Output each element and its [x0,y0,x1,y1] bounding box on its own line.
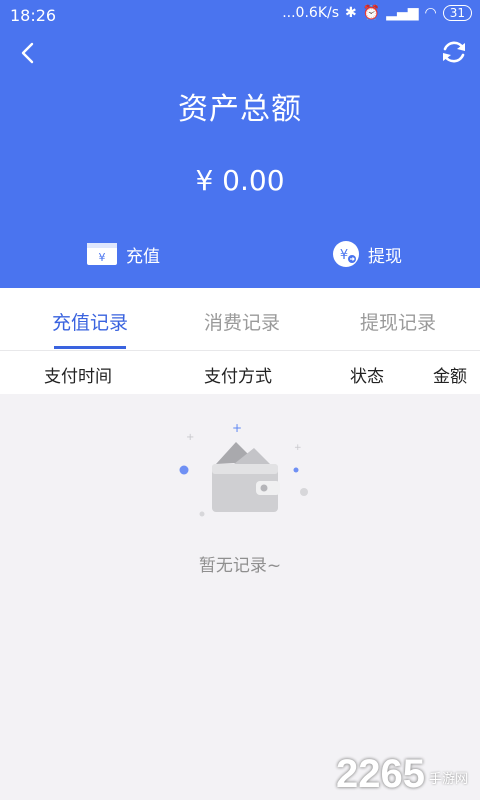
withdraw-button[interactable]: ¥ 提现 [332,240,402,268]
recharge-button[interactable]: ¥ 充值 [86,240,160,268]
tab-recharge-records[interactable]: 充值记录 [52,308,128,335]
status-right: ...0.6K/s ✱ ⏰ ▂▄▆ ◠ 31 [282,5,472,21]
status-time: 18:26 [10,6,57,25]
signal-icon: ▂▄▆ [386,5,419,21]
svg-text:+: + [232,424,242,435]
card-icon: ¥ [87,243,117,265]
column-pay-method: 支付方式 [204,367,272,387]
wallet-illustration: + + + [179,424,308,517]
header: 18:26 ...0.6K/s ✱ ⏰ ▂▄▆ ◠ 31 资产总额 ¥ 0.00… [0,0,480,288]
battery-icon: 31 [442,5,472,21]
tab-withdraw-records[interactable]: 提现记录 [360,308,436,335]
page-title: 资产总额 [178,92,302,127]
watermark-site: 手游网 [428,772,468,787]
coin-icon: ¥ [333,241,359,267]
back-arrow-icon[interactable] [14,36,44,70]
svg-text:+: + [186,432,194,443]
status-bar: 18:26 ...0.6K/s ✱ ⏰ ▂▄▆ ◠ 31 [0,0,480,32]
record-tabs: 充值记录 消费记录 提现记录 [0,288,480,351]
svg-text:+: + [294,443,302,453]
coin-icon-glyph: ¥ [340,248,348,263]
wifi-icon: ◠ [424,5,437,21]
watermark-logo: 2265 手游网 [336,754,468,794]
tab-indicator [54,346,126,349]
network-speed: ...0.6K/s [282,5,340,21]
watermark-number: 2265 [336,752,425,796]
column-pay-time: 支付时间 [44,367,112,387]
refresh-icon[interactable] [438,36,470,68]
bluetooth-icon: ✱ [345,5,357,21]
withdraw-label: 提现 [368,246,402,267]
card-icon-glyph: ¥ [99,251,106,264]
table-header: 支付时间 支付方式 状态 金额 [0,351,480,394]
tab-consumption-records[interactable]: 消费记录 [204,308,280,335]
empty-state-text: 暂无记录~ [198,556,282,576]
recharge-label: 充值 [126,246,160,267]
total-amount: ¥ 0.00 [195,164,285,197]
alarm-icon: ⏰ [362,5,381,21]
column-status: 状态 [350,367,384,387]
column-amount: 金额 [433,367,467,387]
